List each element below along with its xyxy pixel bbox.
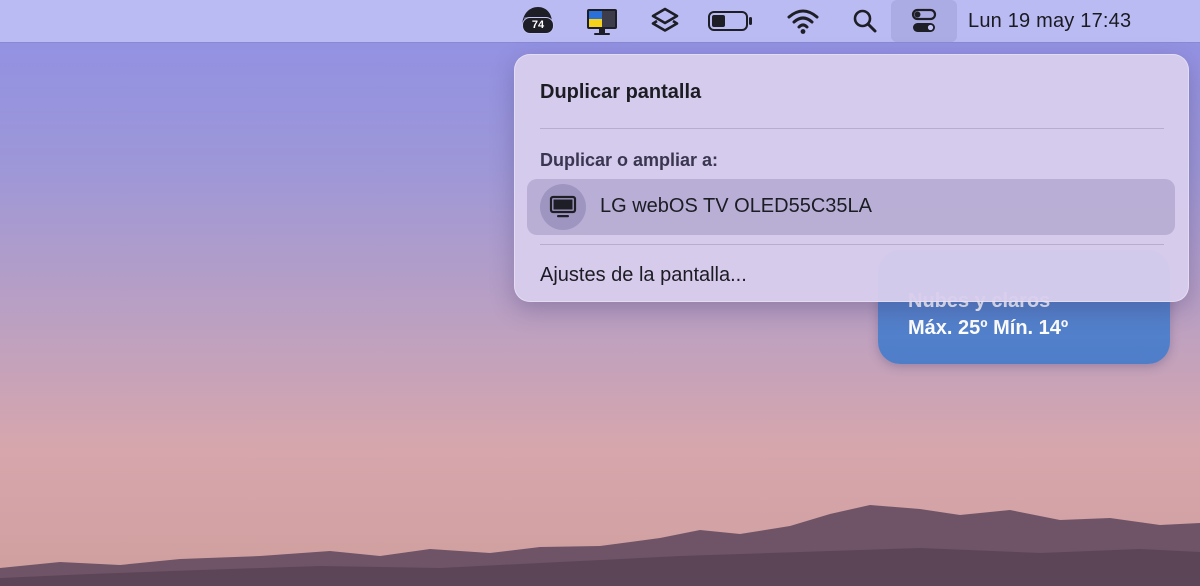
weather-temps: Máx. 25º Mín. 14º (908, 317, 1069, 339)
control-center-icon[interactable] (891, 0, 957, 42)
device-icon-button (540, 184, 586, 230)
divider (540, 128, 1164, 129)
screen-mirroring-panel: Duplicar pantalla Duplicar o ampliar a: … (514, 54, 1189, 302)
menubar-clock[interactable]: Lun 19 may 17:43 (968, 0, 1168, 42)
wifi-icon[interactable] (783, 0, 823, 42)
display-settings-link[interactable]: Ajustes de la pantalla... (540, 264, 747, 287)
notification-badge: 74 (522, 17, 554, 34)
divider (540, 244, 1164, 245)
tv-icon (549, 195, 577, 218)
device-name: LG webOS TV OLED55C35LA (600, 195, 872, 217)
panel-title: Duplicar pantalla (540, 81, 702, 103)
menu-bar: 74 Lun 19 may 17:43 (0, 0, 1200, 42)
search-icon[interactable] (848, 0, 882, 42)
section-label: Duplicar o ampliar a: (540, 150, 719, 170)
battery-icon[interactable] (705, 0, 757, 42)
shortcuts-icon[interactable] (645, 0, 685, 42)
device-item-lg-tv[interactable]: LG webOS TV OLED55C35LA (527, 179, 1175, 235)
app-badge-icon[interactable]: 74 (516, 0, 556, 42)
display-flag-icon[interactable] (580, 0, 624, 42)
